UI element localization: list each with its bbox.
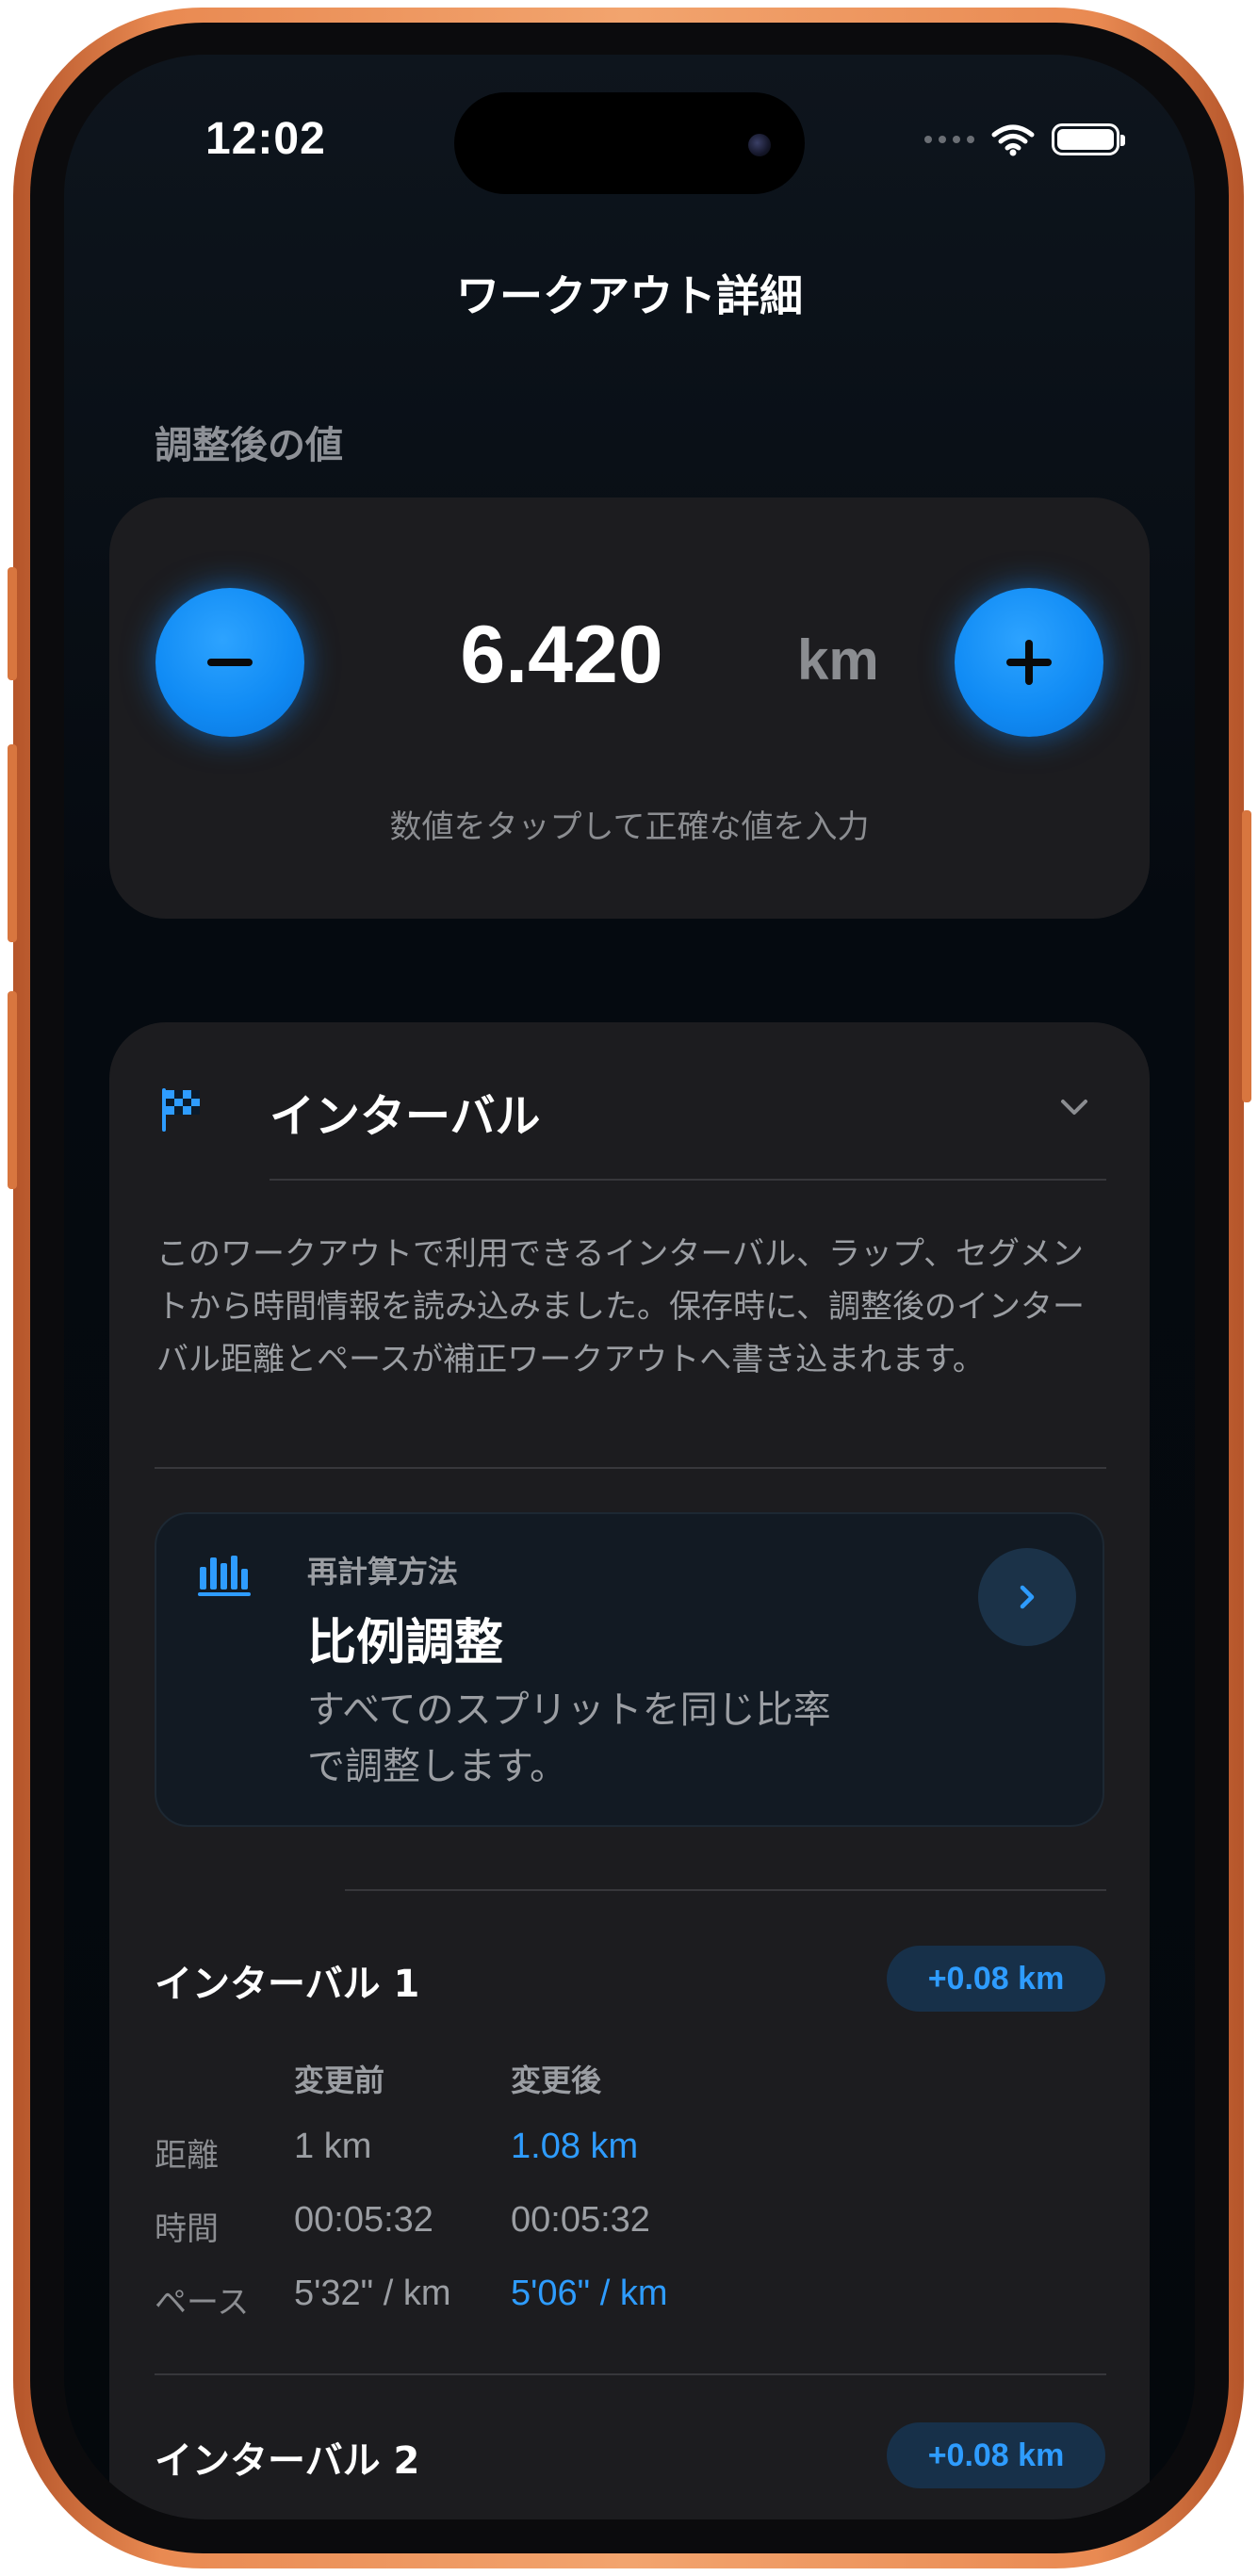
volume-up-button — [8, 744, 17, 942]
pace-before: 5'32" / km — [294, 2274, 451, 2313]
adjusted-value-card: 6.420 km 数値をタップして正確な値を入力 — [109, 497, 1150, 919]
adjusted-value-section-label: 調整後の値 — [155, 424, 343, 467]
header-divider — [270, 1179, 1106, 1181]
decrement-button[interactable] — [155, 588, 304, 737]
battery-icon — [1052, 123, 1125, 155]
distance-unit: km — [797, 628, 879, 692]
power-button — [1242, 810, 1251, 1102]
row-label-distance: 距離 — [155, 2137, 219, 2175]
method-name: 比例調整 — [307, 1615, 504, 1671]
distance-value[interactable]: 6.420 — [458, 609, 665, 702]
bar-chart-icon — [198, 1556, 251, 1596]
interval-1-name: インターバル 1 — [155, 1963, 420, 2006]
method-description: すべてのスプリットを同じ比率で調整します。 — [307, 1688, 831, 1788]
value-hint: 数値をタップして正確な値を入力 — [389, 808, 870, 846]
signal-dots-icon — [924, 136, 974, 143]
column-before: 変更前 — [294, 2062, 385, 2098]
intervals-description: このワークアウトで利用できるインターバル、ラップ、セグメントから時間情報を読み込… — [156, 1235, 1085, 1378]
plus-icon — [1006, 640, 1052, 685]
intervals-title: インターバル — [270, 1090, 541, 1143]
method-divider — [345, 1889, 1106, 1891]
chevron-down-icon[interactable] — [1055, 1088, 1093, 1126]
interval-divider — [155, 2373, 1106, 2375]
row-label-time: 時間 — [155, 2210, 219, 2248]
screen: 12:02 ワークアウト詳細 調整後の値 6.420 km 数値をタップして正確… — [64, 55, 1195, 2519]
volume-down-button — [8, 991, 17, 1189]
row-label-pace: ペース — [155, 2284, 250, 2322]
method-label: 再計算方法 — [307, 1554, 459, 1590]
chevron-right-icon — [1020, 1585, 1035, 1609]
silent-switch — [8, 567, 17, 680]
increment-button[interactable] — [955, 588, 1103, 737]
method-select-button[interactable] — [978, 1548, 1076, 1646]
status-time: 12:02 — [205, 114, 326, 164]
time-before: 00:05:32 — [294, 2200, 433, 2240]
front-camera — [748, 134, 771, 156]
dynamic-island — [454, 92, 805, 194]
wifi-icon — [991, 124, 1035, 156]
distance-after: 1.08 km — [511, 2127, 639, 2166]
interval-2-delta-badge: +0.08 km — [887, 2422, 1105, 2488]
minus-icon — [207, 659, 253, 666]
column-after: 変更後 — [511, 2062, 602, 2098]
checkered-flag-icon — [162, 1088, 200, 1132]
interval-1-delta-badge: +0.08 km — [887, 1946, 1105, 2012]
page-title: ワークアウト詳細 — [456, 270, 803, 321]
recalculation-method-row[interactable]: 再計算方法 比例調整 すべてのスプリットを同じ比率で調整します。 — [155, 1512, 1104, 1827]
status-indicators — [924, 121, 1125, 158]
description-divider — [155, 1467, 1106, 1469]
distance-before: 1 km — [294, 2127, 372, 2166]
interval-2-name: インターバル 2 — [155, 2439, 420, 2483]
pace-after: 5'06" / km — [511, 2274, 668, 2313]
intervals-card: インターバル このワークアウトで利用できるインターバル、ラップ、セグメントから時… — [109, 1022, 1150, 2519]
time-after: 00:05:32 — [511, 2200, 650, 2240]
